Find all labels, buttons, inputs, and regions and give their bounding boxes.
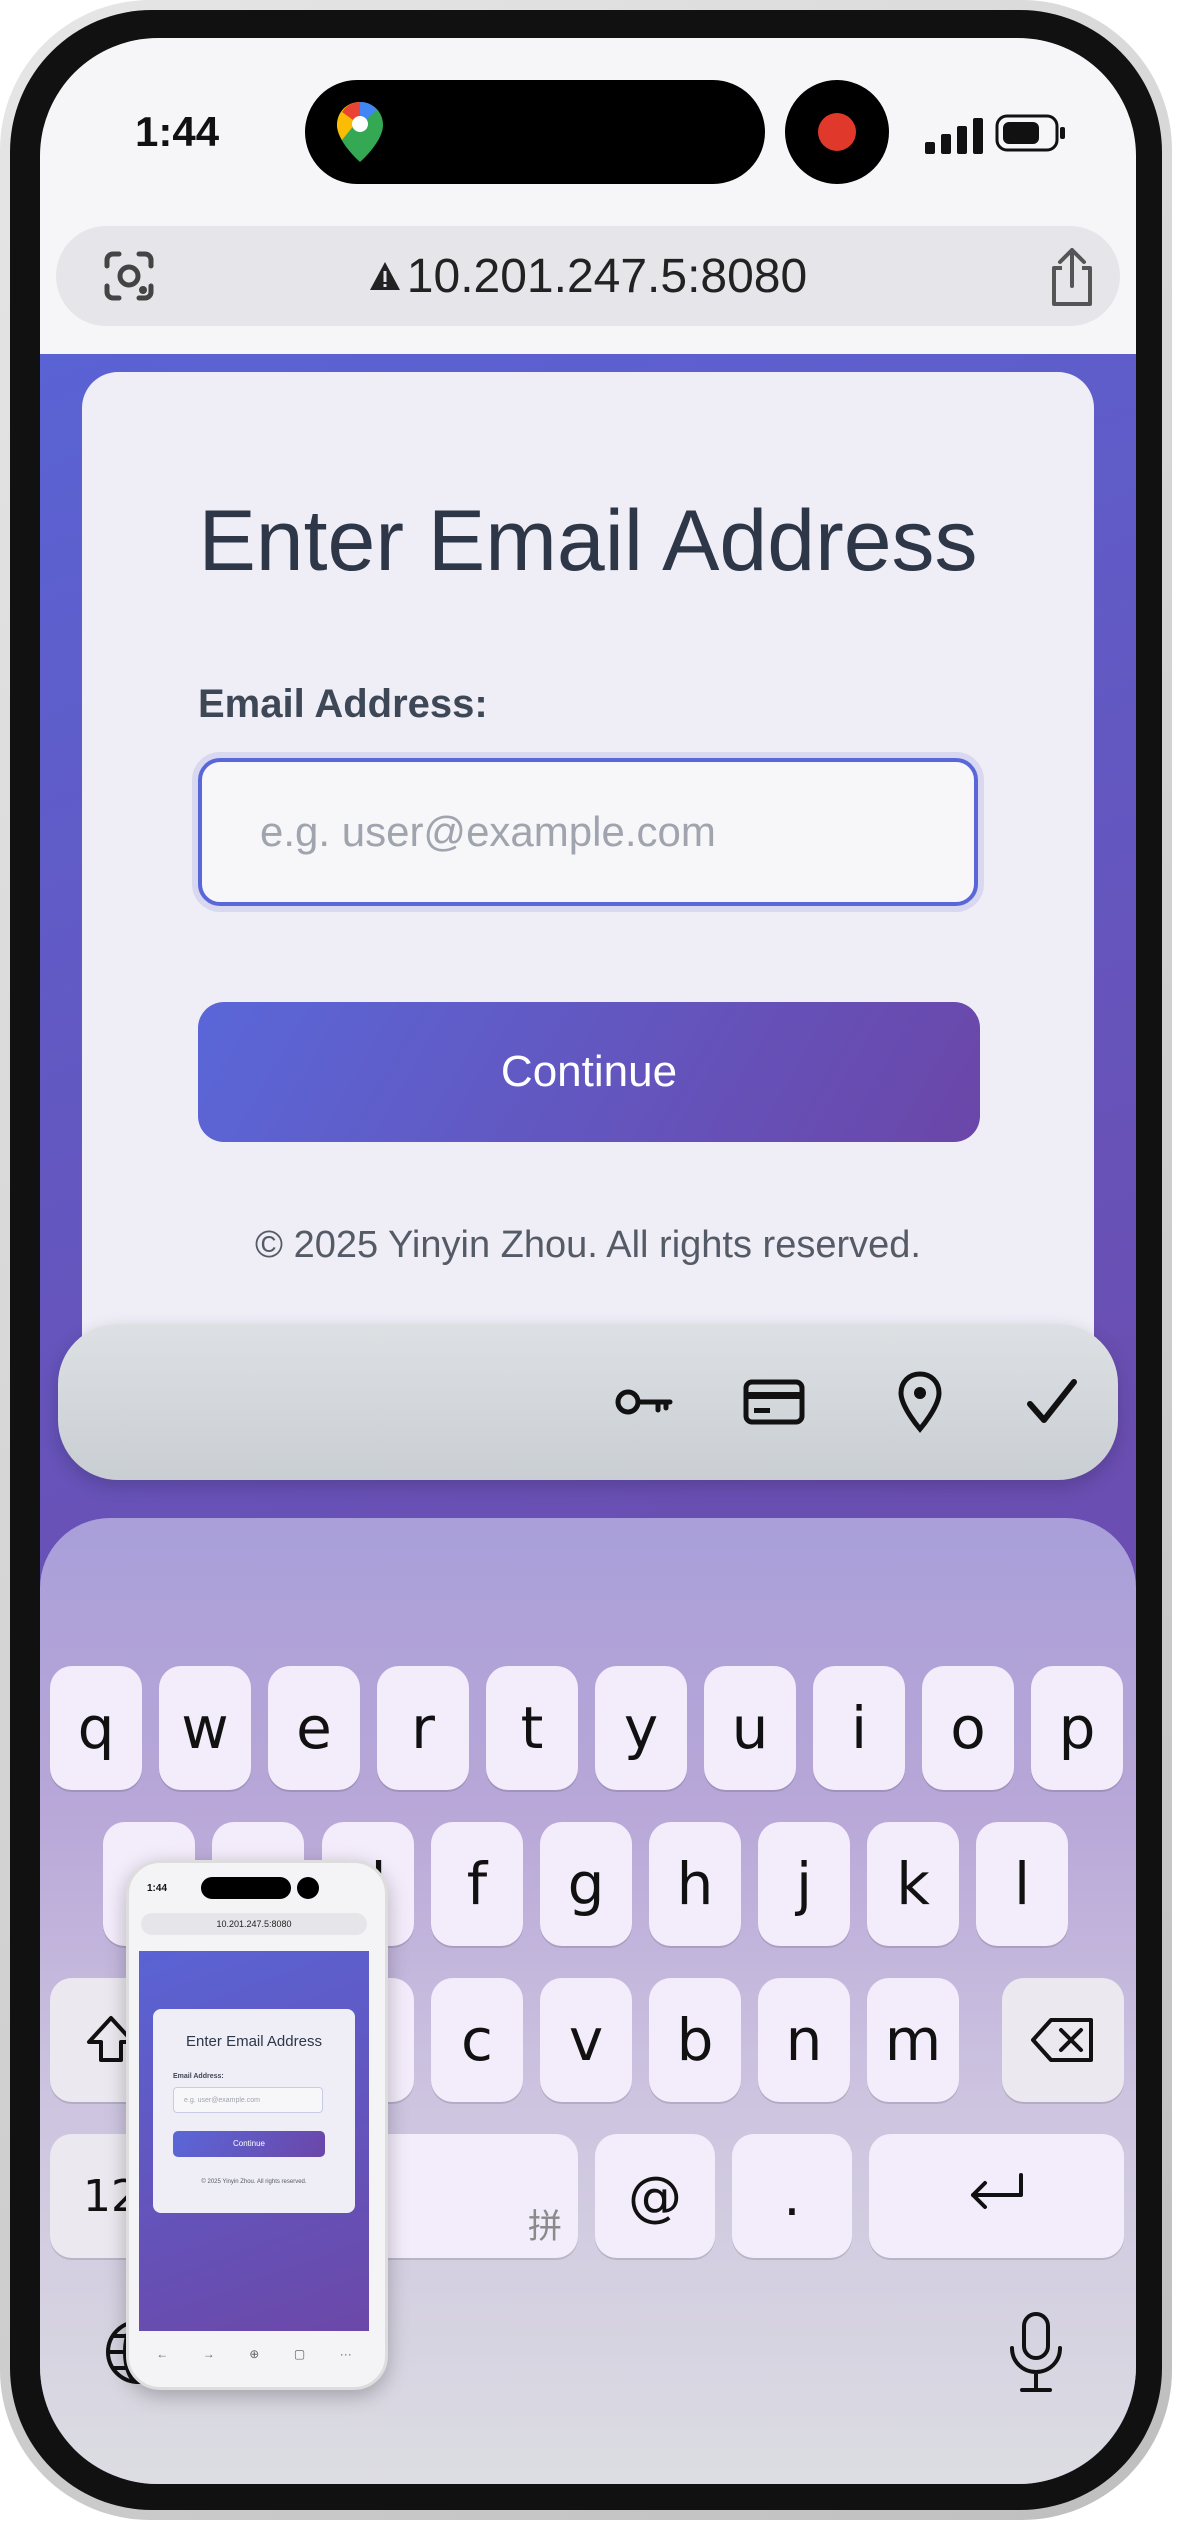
url-display[interactable]: 10.201.247.5:8080 (56, 226, 1120, 326)
pip-record-indicator (297, 1877, 319, 1899)
key-n[interactable]: n (758, 1978, 850, 2102)
status-time: 1:44 (135, 108, 220, 155)
pinyin-mark: 拼 (528, 2207, 562, 2247)
key-f[interactable]: f (431, 1822, 523, 1946)
key-p[interactable]: p (1031, 1666, 1123, 1790)
key-m[interactable]: m (867, 1978, 959, 2102)
pip-back-icon: ← (156, 2347, 169, 2361)
key-v[interactable]: v (540, 1978, 632, 2102)
pip-continue-button: Continue (173, 2131, 325, 2157)
continue-button[interactable]: Continue (198, 1002, 980, 1142)
pip-more-icon: ··· (339, 2347, 352, 2361)
email-form-card: Enter Email Address Email Address: Conti… (82, 372, 1094, 1372)
pip-web-content: Enter Email Address Email Address: e.g. … (139, 1951, 369, 2331)
url-text: 10.201.247.5:8080 (406, 249, 808, 303)
key-h[interactable]: h (649, 1822, 741, 1946)
at-key[interactable]: @ (595, 2134, 715, 2258)
pip-form-card: Enter Email Address Email Address: e.g. … (153, 2009, 355, 2213)
cellular-signal-icon (925, 118, 983, 154)
copyright-text: © 2025 Yinyin Zhou. All rights reserved. (255, 1224, 921, 1266)
url-bar[interactable]: 10.201.247.5:8080 (56, 226, 1120, 326)
key-g[interactable]: g (540, 1822, 632, 1946)
key-icon[interactable] (612, 1370, 676, 1434)
backspace-key[interactable] (1002, 1978, 1124, 2102)
return-key[interactable] (869, 2134, 1124, 2258)
pip-screen-preview[interactable]: 1:44 10.201.247.5:8080 Enter Email Addre… (126, 1860, 388, 2390)
share-icon[interactable] (1044, 246, 1100, 308)
pip-url-bar: 10.201.247.5:8080 (141, 1913, 367, 1935)
key-k[interactable]: k (867, 1822, 959, 1946)
key-i[interactable]: i (813, 1666, 905, 1790)
dot-key[interactable]: . (732, 2134, 852, 2258)
key-y[interactable]: y (595, 1666, 687, 1790)
pip-add-icon: ⊕ (249, 2347, 260, 2361)
pip-forward-icon: → (202, 2347, 215, 2361)
location-pin-icon[interactable] (888, 1370, 952, 1434)
key-j[interactable]: j (758, 1822, 850, 1946)
battery-icon (995, 114, 1065, 152)
email-input[interactable] (198, 758, 978, 906)
pip-email-input: e.g. user@example.com (173, 2087, 323, 2113)
key-u[interactable]: u (704, 1666, 796, 1790)
key-e[interactable]: e (268, 1666, 360, 1790)
autofill-bar (58, 1324, 1118, 1480)
microphone-icon[interactable] (1004, 2310, 1068, 2394)
warning-icon (369, 262, 400, 290)
pip-tabs-icon: ▢ (293, 2347, 306, 2361)
record-dot-icon (818, 113, 856, 151)
pip-dynamic-island (201, 1877, 291, 1899)
key-q[interactable]: q (50, 1666, 142, 1790)
key-t[interactable]: t (486, 1666, 578, 1790)
key-b[interactable]: b (649, 1978, 741, 2102)
backspace-icon (1031, 2018, 1093, 2062)
key-l[interactable]: l (976, 1822, 1068, 1946)
page-title: Enter Email Address (198, 493, 978, 589)
google-maps-icon (337, 102, 383, 162)
key-w[interactable]: w (159, 1666, 251, 1790)
key-o[interactable]: o (922, 1666, 1014, 1790)
pip-status-time: 1:44 (147, 1883, 168, 1894)
credit-card-icon[interactable] (742, 1370, 806, 1434)
return-icon (970, 2173, 1023, 2209)
pip-copyright: © 2025 Yinyin Zhou. All rights reserved. (201, 2179, 307, 2185)
pip-email-label: Email Address: (173, 2073, 224, 2080)
pip-title: Enter Email Address (186, 2033, 322, 2050)
pip-toolbar: ← → ⊕ ▢ ··· (139, 2339, 369, 2369)
key-c[interactable]: c (431, 1978, 523, 2102)
key-r[interactable]: r (377, 1666, 469, 1790)
checkmark-icon[interactable] (1020, 1370, 1084, 1434)
email-label: Email Address: (198, 682, 488, 726)
